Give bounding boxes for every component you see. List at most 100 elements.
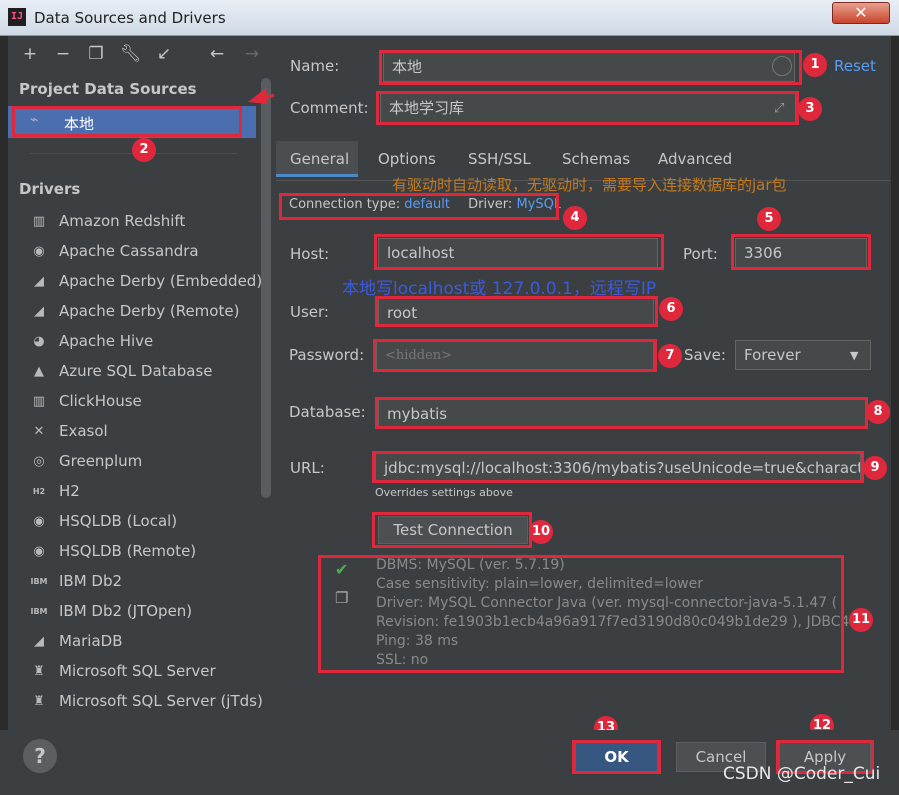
driver-label: IBM Db2 (JTOpen) [59,602,193,620]
driver-label: Amazon Redshift [59,212,186,230]
port-label: Port: [683,245,718,263]
tab-advanced[interactable]: Advanced [658,150,732,168]
annotation-box-test-connection [372,512,532,548]
annotation-box-url [372,451,864,483]
driver-icon: ◎ [33,454,45,469]
drivers-title: Drivers [19,180,81,198]
driver-icon: ◉ [33,244,45,259]
badge-2: 2 [132,138,156,162]
driver-item[interactable]: ◉ HSQLDB (Local) [8,507,258,537]
driver-icon: ♜ [33,664,45,679]
badge-7: 7 [658,344,682,368]
driver-label: Apache Derby (Remote) [59,302,240,320]
host-label: Host: [290,245,330,263]
driver-icon: IBM [30,577,48,586]
help-button[interactable]: ? [23,739,57,773]
driver-label: MariaDB [59,632,123,650]
driver-item[interactable]: ◎ Greenplum [8,447,258,477]
duplicate-icon[interactable]: ❐ [86,44,106,64]
driver-label: Apache Derby (Embedded) [59,272,263,290]
tab-schemas[interactable]: Schemas [562,150,630,168]
driver-icon: ◉ [33,544,45,559]
driver-item[interactable]: ◢ Apache Derby (Embedded) [8,267,262,297]
annotation-box-port [731,234,871,270]
driver-icon: ◢ [34,304,44,319]
url-label: URL: [290,459,325,477]
tab-options[interactable]: Options [378,150,436,168]
tab-general[interactable]: General [290,150,349,168]
annotation-driver-note: 有驱动时自动读取，无驱动时，需要导入连接数据库的jar包 [392,176,787,194]
badge-6: 6 [659,297,683,321]
driver-label: Greenplum [59,452,143,470]
driver-icon: ◢ [34,634,44,649]
driver-icon: H2 [32,487,46,496]
annotation-box-ok [572,740,661,774]
tab-ssh-ssl[interactable]: SSH/SSL [468,150,531,168]
chevron-down-icon: ▼ [850,349,859,362]
driver-icon: ♜ [33,694,45,709]
watermark: CSDN @Coder_Cui [723,764,881,784]
driver-item[interactable]: ♜ Microsoft SQL Server [8,657,258,687]
import-icon[interactable]: ↙ [154,44,174,64]
reset-link[interactable]: Reset [834,57,876,75]
driver-item[interactable]: ✕ Exasol [8,417,258,447]
user-label: User: [290,303,329,321]
badge-8: 8 [866,400,890,424]
badge-10: 10 [529,520,553,544]
driver-item[interactable]: ◢ Apache Derby (Remote) [8,297,258,327]
app-icon: IJ [8,8,26,26]
scrollbar[interactable] [261,78,271,498]
driver-icon: ▥ [32,214,46,229]
annotation-box-name [379,50,802,85]
driver-icon: ▥ [32,394,46,409]
driver-item[interactable]: ▥ Amazon Redshift [8,207,258,237]
driver-item[interactable]: ▲ Azure SQL Database [8,357,258,387]
badge-11: 11 [849,608,873,632]
driver-label: Apache Hive [59,332,154,350]
badge-4: 4 [563,206,587,230]
driver-label: ClickHouse [59,392,142,410]
add-icon[interactable]: + [20,44,40,64]
back-arrow-icon[interactable]: ← [207,44,227,64]
datasource-label: 本地 [64,115,95,133]
driver-label: HSQLDB (Remote) [59,542,197,560]
annotation-box-host [374,234,664,270]
project-data-sources-title: Project Data Sources [19,80,197,98]
badge-1: 1 [803,53,827,77]
remove-icon[interactable]: − [53,44,73,64]
save-label: Save: [684,346,726,364]
driver-icon: ▲ [34,364,44,379]
driver-item[interactable]: ♜ Microsoft SQL Server (jTds) [8,687,263,717]
comment-label: Comment: [290,99,369,117]
driver-item[interactable]: ◢ MariaDB [8,627,258,657]
window-title: Data Sources and Drivers [34,9,226,27]
driver-item[interactable]: ◕ Apache Hive [8,327,258,357]
driver-item[interactable]: ◉ Apache Cassandra [8,237,258,267]
annotation-box-connection-type [279,193,559,220]
driver-label: Microsoft SQL Server (jTds) [59,692,263,710]
close-icon: ✕ [854,3,868,22]
wrench-icon[interactable]: 🔧︎ [120,44,142,64]
badge-3: 3 [798,97,822,121]
close-button[interactable]: ✕ [832,2,890,24]
datasource-icon: ⌁ [30,112,39,128]
annotation-box-datasource [12,106,242,137]
driver-label: IBM Db2 [59,572,123,590]
password-label: Password: [289,346,365,364]
url-note: Overrides settings above [375,486,513,499]
annotation-box-database [375,397,868,429]
driver-item[interactable]: ◉ HSQLDB (Remote) [8,537,258,567]
driver-icon: ◉ [33,514,45,529]
driver-label: Exasol [59,422,108,440]
driver-icon: ◢ [34,274,44,289]
driver-icon: ◕ [33,334,45,349]
driver-label: HSQLDB (Local) [59,512,178,530]
driver-label: Apache Cassandra [59,242,199,260]
driver-item[interactable]: IBM IBM Db2 (JTOpen) [8,597,258,627]
driver-item[interactable]: IBM IBM Db2 [8,567,258,597]
driver-label: Microsoft SQL Server [59,662,216,680]
driver-label: H2 [59,482,80,500]
driver-item[interactable]: ▥ ClickHouse [8,387,258,417]
badge-5: 5 [757,207,781,231]
driver-item[interactable]: H2 H2 [8,477,258,507]
